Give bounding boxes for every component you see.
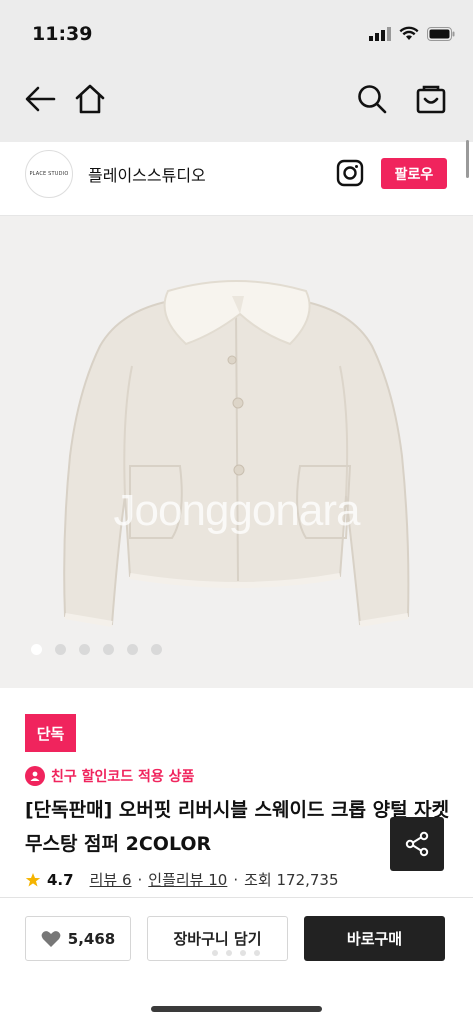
carousel-dot[interactable] bbox=[127, 644, 138, 655]
separator-dot: · bbox=[137, 870, 143, 889]
carousel-dot[interactable] bbox=[31, 644, 42, 655]
cart-button[interactable] bbox=[412, 79, 452, 119]
battery-icon bbox=[427, 26, 455, 41]
status-bar: 11:39 bbox=[0, 0, 473, 62]
page-dot bbox=[240, 950, 246, 956]
signal-icon bbox=[369, 26, 391, 41]
user-icon bbox=[25, 766, 45, 786]
exclusive-badge: 단독 bbox=[25, 714, 76, 752]
watermark: Joonggonara bbox=[113, 486, 361, 535]
scroll-indicator bbox=[466, 140, 469, 178]
back-arrow-icon bbox=[25, 86, 56, 112]
search-button[interactable] bbox=[352, 79, 392, 119]
influencer-reviews-link[interactable]: 인플리뷰 10 bbox=[148, 869, 227, 890]
promo-text: 친구 할인코드 적용 상품 bbox=[51, 769, 195, 785]
top-nav bbox=[0, 62, 473, 142]
bottom-action-bar: 5,468 장바구니 담기 바로구매 bbox=[0, 897, 473, 1024]
reviews-link[interactable]: 리뷰 6 bbox=[90, 869, 132, 890]
page-dot bbox=[212, 950, 218, 956]
jacket-product-image bbox=[63, 280, 410, 627]
wifi-icon bbox=[399, 26, 419, 40]
page-dot bbox=[254, 950, 260, 956]
carousel-dot[interactable] bbox=[55, 644, 66, 655]
separator-dot: · bbox=[233, 870, 239, 889]
cart-icon bbox=[416, 85, 446, 114]
follow-button[interactable]: 팔로우 bbox=[381, 158, 447, 189]
search-icon bbox=[358, 85, 387, 114]
page-dot bbox=[226, 950, 232, 956]
carousel-dot[interactable] bbox=[151, 644, 162, 655]
promo-line: 친구 할인코드 적용 상품 bbox=[25, 766, 194, 786]
status-time: 11:39 bbox=[32, 23, 93, 45]
store-name[interactable]: 플레이스스튜디오 bbox=[88, 162, 206, 186]
home-button[interactable] bbox=[70, 79, 110, 119]
store-header: PLACE STUDIO 플레이스스튜디오 팔로우 bbox=[0, 142, 473, 216]
like-button[interactable]: 5,468 bbox=[25, 916, 131, 961]
page-dots bbox=[212, 950, 260, 956]
home-indicator bbox=[151, 1006, 322, 1012]
instagram-button[interactable] bbox=[336, 159, 364, 187]
store-logo-text: PLACE STUDIO bbox=[29, 171, 69, 177]
share-icon bbox=[405, 831, 429, 857]
carousel-dot[interactable] bbox=[103, 644, 114, 655]
store-logo[interactable]: PLACE STUDIO bbox=[25, 150, 73, 198]
star-icon bbox=[25, 872, 41, 886]
buy-now-button[interactable]: 바로구매 bbox=[304, 916, 445, 961]
rating-value: 4.7 bbox=[47, 870, 74, 889]
product-image-gallery[interactable]: Joonggonara bbox=[0, 216, 473, 688]
share-button[interactable] bbox=[390, 817, 444, 871]
home-icon bbox=[75, 84, 105, 114]
view-count: 조회 172,735 bbox=[244, 871, 339, 889]
product-meta: 4.7 리뷰 6 · 인플리뷰 10 · 조회 172,735 bbox=[25, 869, 339, 890]
back-button[interactable] bbox=[20, 79, 60, 119]
heart-icon bbox=[41, 930, 61, 947]
instagram-icon bbox=[336, 159, 364, 187]
carousel-dot[interactable] bbox=[79, 644, 90, 655]
status-icons bbox=[369, 26, 455, 41]
carousel-dots bbox=[31, 644, 162, 655]
like-count: 5,468 bbox=[67, 929, 116, 948]
